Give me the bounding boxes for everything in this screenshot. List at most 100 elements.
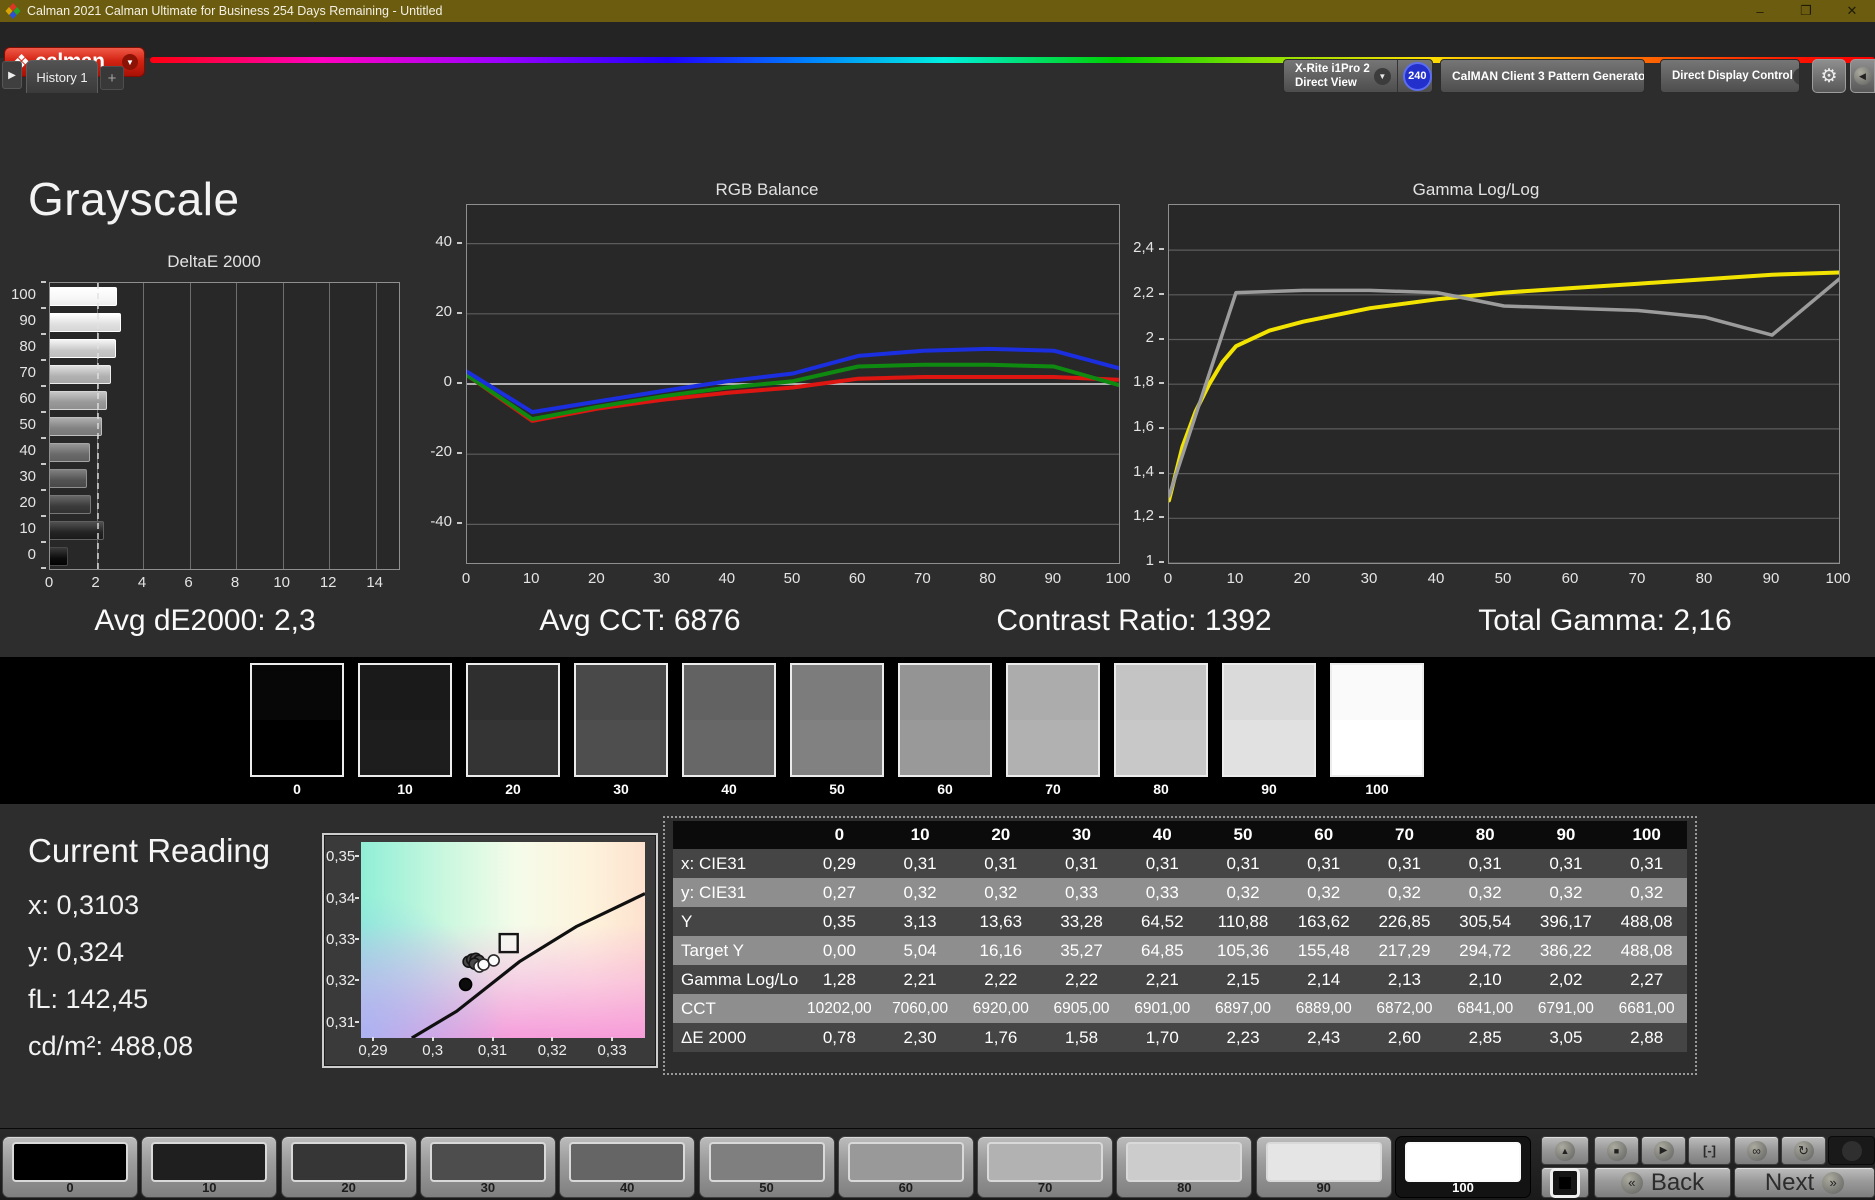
axis-tick bbox=[551, 1037, 554, 1041]
continuous-read-button[interactable]: ∞ bbox=[1734, 1136, 1779, 1165]
pattern-patch-label: 0 bbox=[66, 1180, 74, 1195]
axis-tick bbox=[41, 359, 46, 361]
pattern-patch-button[interactable]: 20 bbox=[280, 1136, 417, 1198]
header-band: ❖ calman ▼ bbox=[0, 22, 1875, 77]
table-cell: 6841,00 bbox=[1444, 994, 1526, 1023]
axis-tick-label: 0,29 bbox=[358, 1042, 388, 1059]
pattern-generator-label: CalMAN Client 3 Pattern Generator bbox=[1452, 68, 1645, 83]
axis-tick bbox=[457, 311, 462, 314]
stop-button[interactable]: ■ bbox=[1594, 1136, 1639, 1165]
axis-tick bbox=[611, 1037, 614, 1041]
table-column-header: 50 bbox=[1202, 821, 1284, 849]
table-cell: 3,05 bbox=[1525, 1023, 1607, 1052]
axis-tick bbox=[1159, 471, 1164, 474]
axis-tick bbox=[41, 411, 46, 413]
collapse-panel-button[interactable]: ◀ bbox=[1850, 59, 1875, 93]
pattern-patch-color bbox=[1405, 1142, 1521, 1182]
pattern-patch-button[interactable]: 30 bbox=[419, 1136, 556, 1198]
table-cell: 0,32 bbox=[1202, 878, 1284, 907]
axis-tick-label: 50 bbox=[19, 416, 36, 433]
pattern-patch-button[interactable]: 60 bbox=[837, 1136, 974, 1198]
pattern-patch-button[interactable]: 10 bbox=[141, 1136, 278, 1198]
swatch-target-half bbox=[1116, 720, 1206, 775]
tab-scroll-arrow-button[interactable]: ▶ bbox=[2, 61, 22, 89]
pattern-patch-button[interactable]: 80 bbox=[1116, 1136, 1253, 1198]
pattern-patch-button[interactable]: 90 bbox=[1255, 1136, 1392, 1198]
target-square-marker bbox=[498, 932, 519, 954]
grayscale-swatch bbox=[1114, 663, 1208, 777]
axis-tick-label: 1,4 bbox=[1133, 462, 1154, 480]
table-cell: 0,32 bbox=[879, 878, 961, 907]
table-cell: 2,22 bbox=[960, 965, 1042, 994]
table-cell: 0,32 bbox=[1283, 878, 1365, 907]
add-tab-button[interactable]: + bbox=[100, 66, 124, 90]
pattern-patch-color bbox=[429, 1142, 546, 1182]
pattern-patch-button[interactable]: 50 bbox=[698, 1136, 835, 1198]
play-button[interactable]: ▶ bbox=[1641, 1136, 1686, 1165]
table-cell: 2,88 bbox=[1606, 1023, 1687, 1052]
axis-tick-label: 2 bbox=[1145, 328, 1154, 346]
pattern-patch-button[interactable]: 70 bbox=[977, 1136, 1114, 1198]
axis-tick-label: 80 bbox=[979, 570, 996, 587]
table-cell: 0,29 bbox=[799, 849, 880, 878]
swatch-actual-half bbox=[1332, 665, 1422, 720]
swatch-actual-half bbox=[1224, 665, 1314, 720]
deltae-gridline bbox=[329, 283, 331, 569]
pattern-patch-color bbox=[1126, 1142, 1243, 1182]
play-icon: ▶ bbox=[1653, 1140, 1674, 1161]
patch-size-up-button[interactable]: ▲ bbox=[1541, 1136, 1589, 1165]
pattern-patch-button[interactable]: 40 bbox=[559, 1136, 696, 1198]
back-button[interactable]: « Back bbox=[1594, 1167, 1731, 1198]
axis-tick-label: 2 bbox=[91, 574, 100, 591]
deltae-bar bbox=[50, 468, 87, 488]
minimize-icon[interactable]: – bbox=[1737, 0, 1783, 22]
swatch-target-half bbox=[576, 720, 666, 775]
loop-button[interactable]: ↻ bbox=[1781, 1136, 1826, 1165]
back-arrow-icon: « bbox=[1620, 1171, 1643, 1194]
table-cell: 10202,00 bbox=[799, 994, 880, 1023]
axis-tick-label: 2,2 bbox=[1133, 283, 1154, 301]
deltae-gridline bbox=[189, 283, 191, 569]
axis-tick bbox=[355, 938, 359, 940]
tab-history[interactable]: History 1 bbox=[26, 60, 98, 93]
axis-tick-label: 1,8 bbox=[1133, 373, 1154, 391]
swatch-target-half bbox=[360, 720, 450, 775]
deltae-gridline bbox=[375, 283, 377, 569]
axis-tick-label: 4 bbox=[137, 574, 147, 591]
axis-tick-label: 10 bbox=[273, 574, 291, 591]
stat-total-gamma: Total Gamma: 2,16 bbox=[1478, 604, 1732, 637]
pattern-patch-button[interactable]: 100 bbox=[1395, 1136, 1531, 1198]
axis-tick bbox=[41, 307, 46, 309]
gear-icon[interactable]: ⚙ bbox=[1812, 59, 1846, 93]
axis-tick bbox=[41, 385, 46, 387]
pattern-generator-status-stripe bbox=[1441, 60, 1446, 92]
axis-tick bbox=[372, 1037, 374, 1041]
table-cell: 110,88 bbox=[1202, 907, 1284, 936]
axis-tick-label: 0,33 bbox=[597, 1042, 627, 1059]
axis-tick bbox=[41, 463, 46, 465]
deltae-bar bbox=[50, 312, 121, 332]
axis-tick-label: 80 bbox=[1695, 570, 1713, 587]
deltae-bar bbox=[50, 416, 102, 436]
table-cell: 396,17 bbox=[1525, 907, 1607, 936]
display-control-dropdown[interactable]: Direct Display Control ▼ bbox=[1660, 59, 1800, 93]
window-controls: – ❐ ✕ bbox=[1737, 0, 1875, 22]
reading-line: y: 0,324 bbox=[28, 937, 125, 967]
stat-avg-de2000: Avg dE2000: 2,3 bbox=[94, 604, 316, 637]
table-cell: 13,63 bbox=[960, 907, 1042, 936]
pattern-patch-button[interactable]: 0 bbox=[2, 1136, 138, 1198]
range-button[interactable]: [-] bbox=[1688, 1136, 1731, 1165]
gamma-x-axis: 0 10 20 30 40 50 60 70 80 90 100 bbox=[1164, 568, 1851, 587]
swatch-level-label: 70 bbox=[1045, 781, 1061, 797]
axis-tick-label: 6 bbox=[184, 574, 193, 591]
close-icon[interactable]: ✕ bbox=[1829, 0, 1875, 22]
meter-dropdown[interactable]: X-Rite i1Pro 2 Direct View ▼ 240 bbox=[1283, 59, 1433, 93]
disabled-circle-icon bbox=[1841, 1140, 1862, 1161]
patch-window-button[interactable] bbox=[1541, 1167, 1589, 1198]
restore-icon[interactable]: ❐ bbox=[1783, 0, 1829, 22]
pattern-generator-dropdown[interactable]: CalMAN Client 3 Pattern Generator ▼ bbox=[1440, 59, 1645, 93]
next-button[interactable]: Next » bbox=[1734, 1167, 1875, 1198]
table-cell: 0,31 bbox=[1283, 849, 1365, 878]
pattern-patch-label: 60 bbox=[898, 1180, 914, 1195]
axis-tick bbox=[355, 979, 359, 982]
